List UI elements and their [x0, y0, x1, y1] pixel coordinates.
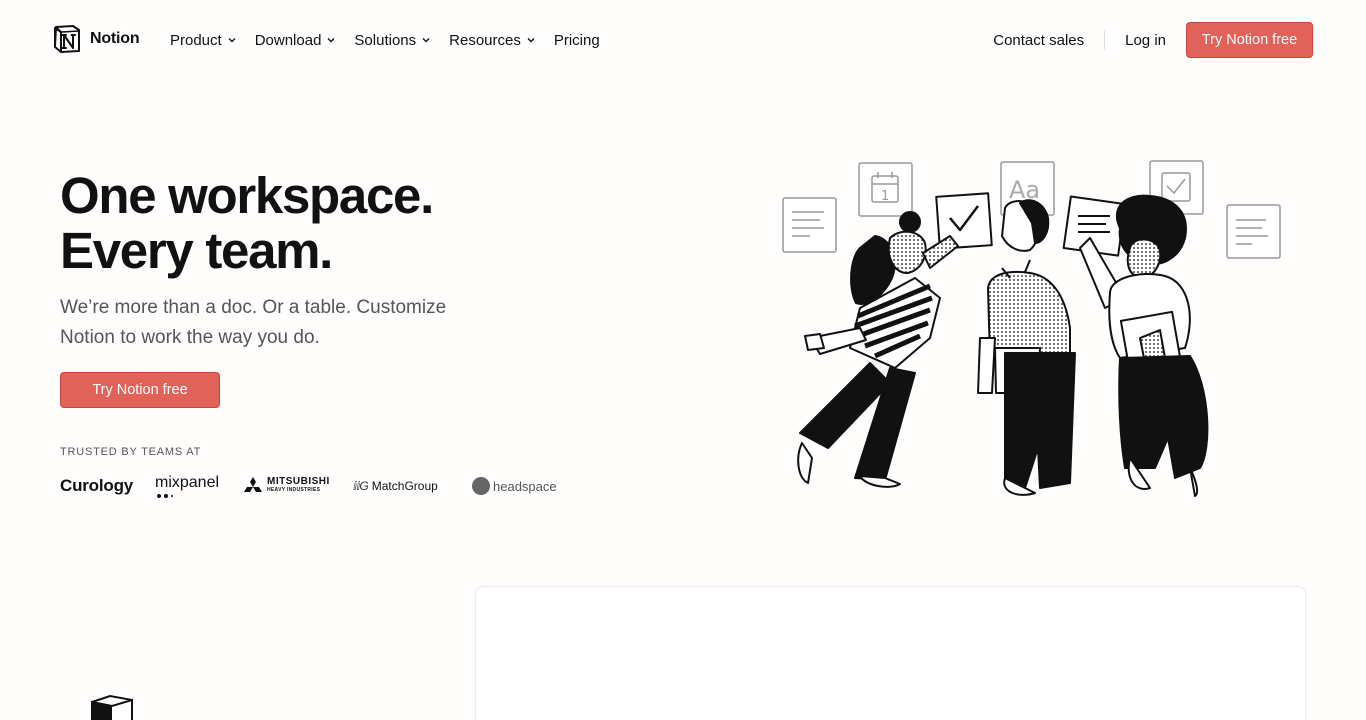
- person-right: [1062, 194, 1209, 497]
- headspace-logo: headspace: [472, 470, 557, 502]
- nav-item-label: Product: [170, 31, 222, 49]
- mitsubishi-diamonds-icon: [244, 477, 262, 492]
- try-notion-free-button[interactable]: Try Notion free: [1186, 22, 1313, 58]
- notion-logo-icon: [54, 25, 80, 53]
- login-link[interactable]: Log in: [1125, 32, 1166, 49]
- hero-cta-button[interactable]: Try Notion free: [60, 372, 220, 408]
- trusted-label: TRUSTED BY TEAMS AT: [60, 446, 202, 458]
- logo-text: Notion: [90, 30, 140, 47]
- matchgroup-wordmark: MatchGroup: [371, 479, 438, 493]
- chevron-down-icon: [422, 38, 430, 43]
- curology-logo: Curology: [60, 476, 134, 495]
- nav-item-label: Resources: [449, 31, 521, 49]
- headspace-dot-icon: [472, 477, 490, 495]
- mitsubishi-subtext: HEAVY INDUSTRIES: [267, 487, 321, 493]
- headspace-wordmark: headspace: [493, 478, 557, 494]
- nav-item-label: Pricing: [553, 31, 600, 49]
- mitsubishi-wordmark: MITSUBISHI: [267, 476, 330, 487]
- main-menu: Product Download Solutions Resources Pri…: [170, 30, 619, 50]
- chevron-down-icon: [327, 38, 335, 43]
- mitsubishi-logo: MITSUBISHI HEAVY INDUSTRIES: [243, 470, 330, 502]
- matchgroup-mark-icon: ⅈⅈG: [353, 479, 369, 493]
- nav-item-label: Download: [254, 31, 322, 49]
- nav-item-label: Solutions: [354, 31, 417, 49]
- nav-item-pricing[interactable]: Pricing: [554, 30, 600, 50]
- mixpanel-logo: mixpanel: [155, 470, 219, 502]
- nav-item-solutions[interactable]: Solutions: [354, 30, 430, 50]
- nav-actions: Contact sales Log in Try Notion free: [993, 22, 1313, 58]
- nav-item-product[interactable]: Product: [170, 30, 236, 50]
- hero-title-line1: One workspace.: [60, 167, 434, 224]
- chevron-down-icon: [228, 38, 236, 43]
- hero-title: One workspace. Every team.: [60, 167, 434, 279]
- svg-text:1: 1: [881, 189, 889, 204]
- notion-logo[interactable]: Notion: [52, 24, 140, 54]
- hero-illustration: 1 Aa: [782, 160, 1281, 497]
- nav-item-resources[interactable]: Resources: [449, 30, 535, 50]
- hero-subtitle: We’re more than a doc. Or a table. Custo…: [60, 297, 447, 348]
- notion-cube-icon: [91, 694, 133, 720]
- nav-divider: [1104, 30, 1106, 50]
- top-nav: Notion Product Download Solutions Resour…: [0, 0, 1366, 80]
- mixpanel-dots-icon: [157, 493, 173, 498]
- matchgroup-logo: ⅈⅈG MatchGroup: [353, 470, 438, 502]
- nav-item-download[interactable]: Download: [255, 30, 336, 50]
- chevron-down-icon: [527, 38, 535, 43]
- product-preview-panel: [475, 586, 1306, 720]
- contact-sales-link[interactable]: Contact sales: [993, 32, 1084, 49]
- hero-title-line2: Every team.: [60, 222, 333, 279]
- customer-logos: Curology mixpanel MITSUBISHI HEAVY INDUS…: [60, 470, 580, 502]
- mixpanel-wordmark: mixpanel: [155, 473, 220, 491]
